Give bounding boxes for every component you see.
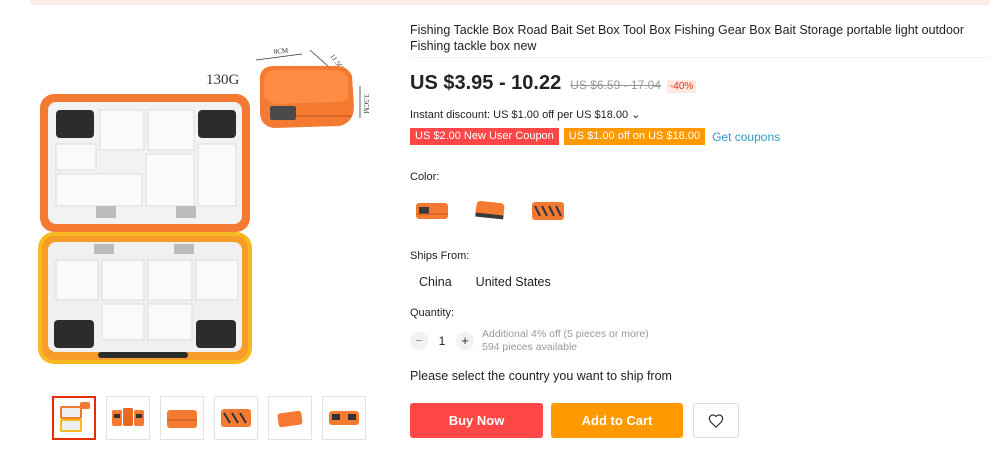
color-label: Color: bbox=[410, 171, 440, 183]
thumbnail-6[interactable] bbox=[322, 396, 366, 440]
main-product-image[interactable]: 130G 8CM 11.5CM 3.5CM bbox=[34, 34, 374, 380]
ships-from-options: China United States bbox=[410, 272, 560, 292]
orange-box-small-icon bbox=[416, 203, 448, 219]
color-options bbox=[410, 195, 570, 227]
quantity-plus-button[interactable]: + bbox=[456, 332, 474, 350]
buy-now-button[interactable]: Buy Now bbox=[410, 403, 543, 438]
orange-box-patterned-icon bbox=[532, 202, 564, 220]
add-to-cart-button[interactable]: Add to Cart bbox=[551, 403, 683, 438]
thumb-latched-box-icon bbox=[329, 411, 359, 425]
thumbnail-4[interactable] bbox=[214, 396, 258, 440]
stock-available: 594 pieces available bbox=[482, 341, 578, 353]
tackle-box-illustration: 130G 8CM 11.5CM 3.5CM bbox=[38, 46, 370, 364]
color-option-2[interactable] bbox=[468, 195, 512, 227]
instant-discount[interactable]: Instant discount: US $1.00 off per US $1… bbox=[410, 108, 640, 121]
select-country-message: Please select the country you want to sh… bbox=[410, 369, 672, 383]
store-coupon[interactable]: US $1.00 off on US $18.00 bbox=[563, 128, 706, 145]
title-divider bbox=[410, 57, 990, 58]
thumb-open-box-icon bbox=[60, 402, 90, 432]
wishlist-button[interactable] bbox=[693, 403, 739, 438]
thumbnail-3[interactable] bbox=[160, 396, 204, 440]
color-option-1[interactable] bbox=[410, 195, 454, 227]
thumbnail-5[interactable] bbox=[268, 396, 312, 440]
product-info: Fishing Tackle Box Road Bait Set Box Too… bbox=[410, 22, 990, 54]
original-price: US $6.59 - 17.04 bbox=[570, 78, 661, 92]
heart-icon bbox=[708, 413, 724, 428]
ship-option-united-states[interactable]: United States bbox=[467, 272, 560, 292]
thumbnail-1[interactable] bbox=[52, 396, 96, 440]
quantity-value[interactable]: 1 bbox=[428, 334, 456, 348]
ships-from-label: Ships From: bbox=[410, 250, 470, 262]
new-user-coupon[interactable]: US $2.00 New User Coupon bbox=[410, 128, 559, 145]
ship-option-china[interactable]: China bbox=[410, 272, 461, 292]
thumbnail-strip bbox=[52, 396, 366, 440]
current-price: US $3.95 - 10.22 bbox=[410, 72, 562, 94]
coupon-row: US $2.00 New User Coupon US $1.00 off on… bbox=[410, 128, 780, 145]
thumb-small-box-icon bbox=[277, 410, 303, 428]
thumb-patterned-box-icon bbox=[221, 409, 251, 427]
thumb-boxes-icon bbox=[112, 408, 144, 426]
bulk-discount-note: Additional 4% off (5 pieces or more) bbox=[482, 328, 649, 340]
get-coupons-link[interactable]: Get coupons bbox=[712, 130, 780, 144]
weight-label: 130G bbox=[206, 72, 240, 88]
quantity-stepper: − 1 + Additional 4% off (5 pieces or mor… bbox=[410, 328, 649, 354]
top-bar bbox=[30, 0, 990, 5]
price-row: US $3.95 - 10.22 US $6.59 - 17.04 -40% bbox=[410, 72, 697, 95]
thumbnail-2[interactable] bbox=[106, 396, 150, 440]
discount-badge: -40% bbox=[666, 80, 697, 93]
dim-height: 3.5CM bbox=[362, 94, 370, 114]
product-title: Fishing Tackle Box Road Bait Set Box Too… bbox=[410, 23, 965, 53]
action-buttons: Buy Now Add to Cart bbox=[410, 403, 739, 438]
thumb-closed-box-icon bbox=[167, 410, 197, 428]
color-option-3[interactable] bbox=[526, 195, 570, 227]
quantity-minus-button[interactable]: − bbox=[410, 332, 428, 350]
orange-box-closed-icon bbox=[475, 200, 505, 220]
quantity-note: Additional 4% off (5 pieces or more) 594… bbox=[482, 328, 649, 354]
dim-width: 8CM bbox=[273, 46, 289, 56]
quantity-label: Quantity: bbox=[410, 307, 455, 319]
